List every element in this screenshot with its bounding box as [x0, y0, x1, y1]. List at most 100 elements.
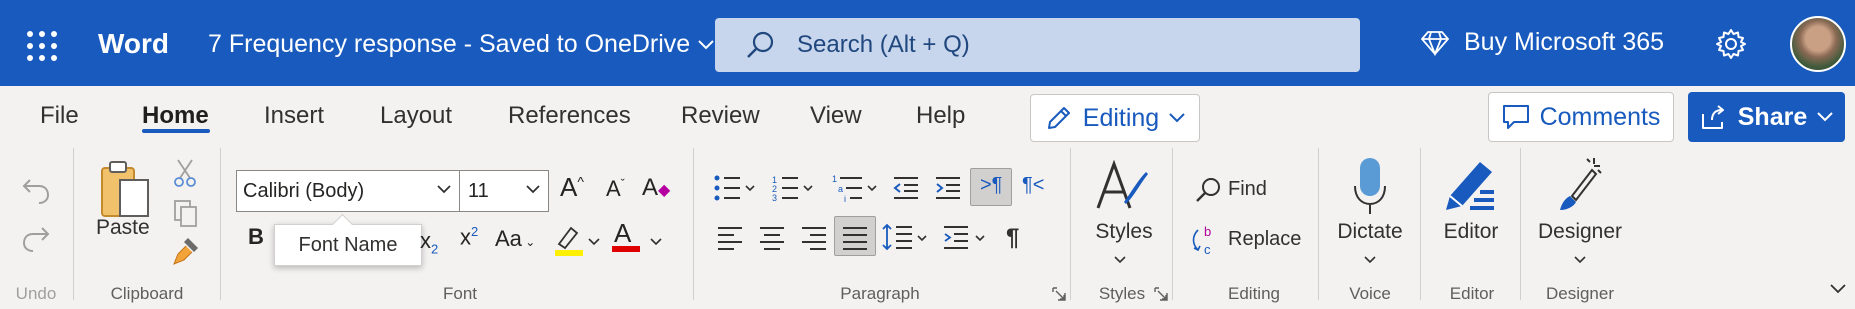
numbering-icon[interactable]: 123 [772, 174, 816, 202]
bold-button[interactable]: B [248, 224, 264, 250]
group-label-undo: Undo [15, 284, 57, 303]
change-case-button[interactable]: Aa ⌄ [495, 226, 535, 252]
user-avatar[interactable] [1790, 16, 1846, 72]
group-divider [73, 148, 74, 300]
editing-mode-button[interactable]: Editing [1030, 94, 1200, 142]
find-icon[interactable] [1194, 176, 1222, 204]
document-title-text: 7 Frequency response - Saved to OneDrive [208, 30, 691, 58]
rtl-paragraph-icon[interactable]: ¶< [1022, 174, 1044, 197]
font-size-value: 11 [468, 179, 489, 202]
group-divider [1070, 148, 1071, 300]
find-button[interactable]: Find [1228, 178, 1267, 201]
multilevel-list-icon[interactable]: 1ai [832, 172, 880, 204]
dictate-label[interactable]: Dictate [1332, 220, 1408, 244]
chevron-down-icon[interactable] [1364, 256, 1376, 264]
copy-icon[interactable] [172, 198, 200, 228]
editor-label[interactable]: Editor [1436, 220, 1506, 244]
font-name-combobox[interactable]: Calibri (Body) [236, 170, 460, 212]
superscript-button[interactable]: x2 [460, 224, 478, 250]
tab-file[interactable]: File [40, 102, 79, 130]
tab-review[interactable]: Review [681, 102, 760, 130]
dialog-launcher-icon[interactable] [1052, 287, 1066, 301]
share-button[interactable]: Share [1688, 92, 1845, 142]
designer-label[interactable]: Designer [1534, 220, 1626, 244]
tab-layout[interactable]: Layout [380, 102, 452, 130]
chevron-down-icon [698, 39, 714, 49]
bullets-icon[interactable] [714, 174, 758, 202]
svg-text:a: a [838, 184, 843, 194]
redo-icon[interactable] [20, 224, 52, 254]
group-label-editing: Editing [1228, 284, 1280, 303]
line-spacing-icon[interactable] [882, 222, 928, 252]
svg-text:c: c [1204, 242, 1211, 256]
clear-formatting-button[interactable]: A◆ [642, 174, 670, 202]
search-box[interactable]: Search (Alt + Q) [715, 18, 1360, 72]
svg-text:3: 3 [772, 193, 777, 202]
chevron-down-icon[interactable] [650, 238, 662, 246]
styles-icon[interactable] [1094, 158, 1150, 212]
undo-icon[interactable] [20, 176, 52, 206]
paste-label[interactable]: Paste [96, 216, 150, 240]
app-launcher-icon[interactable] [26, 30, 58, 62]
group-divider [1520, 148, 1521, 300]
decrease-indent-icon[interactable] [892, 176, 920, 200]
replace-icon[interactable]: bc [1190, 224, 1222, 256]
pencil-icon [1047, 107, 1070, 129]
styles-label[interactable]: Styles [1088, 220, 1160, 244]
font-size-combobox[interactable]: 11 [459, 170, 549, 212]
paragraph-spacing-icon[interactable] [942, 222, 988, 252]
tab-help[interactable]: Help [916, 102, 965, 130]
align-left-icon[interactable] [716, 226, 744, 250]
paste-icon[interactable] [98, 158, 154, 222]
search-placeholder: Search (Alt + Q) [797, 31, 970, 58]
group-label-clipboard: Clipboard [110, 284, 184, 303]
format-painter-icon[interactable] [170, 236, 200, 268]
subscript-button[interactable]: x2 [420, 228, 438, 256]
highlighter-icon[interactable] [553, 224, 583, 256]
tab-references[interactable]: References [508, 102, 631, 130]
align-right-icon[interactable] [800, 226, 828, 250]
buy-microsoft-365-link[interactable]: Buy Microsoft 365 [1420, 28, 1664, 57]
svg-text:b: b [1204, 224, 1211, 239]
increase-indent-icon[interactable] [934, 176, 962, 200]
app-name[interactable]: Word [98, 28, 169, 60]
align-center-icon[interactable] [758, 226, 786, 250]
chevron-down-icon[interactable] [588, 238, 600, 246]
shrink-font-button[interactable]: Aˇ [606, 176, 625, 202]
font-color-button[interactable]: A [612, 220, 640, 252]
chevron-down-icon[interactable] [1817, 112, 1833, 122]
chevron-down-icon[interactable] [1114, 256, 1126, 264]
tab-insert[interactable]: Insert [264, 102, 324, 130]
justify-icon [843, 227, 867, 250]
editor-icon[interactable] [1442, 156, 1498, 214]
replace-button[interactable]: Replace [1228, 228, 1301, 251]
svg-text:i: i [844, 194, 846, 204]
group-divider [220, 148, 221, 300]
ribbon-expand-chevron-icon[interactable] [1830, 284, 1846, 294]
microphone-icon[interactable] [1352, 156, 1388, 216]
settings-gear-icon[interactable] [1715, 28, 1747, 60]
share-label: Share [1737, 102, 1808, 131]
dialog-launcher-icon[interactable] [1154, 287, 1168, 301]
chevron-down-icon [437, 185, 451, 194]
buy-label: Buy Microsoft 365 [1464, 28, 1665, 56]
tab-home[interactable]: Home [142, 102, 209, 130]
group-label-font: Font [442, 284, 478, 303]
designer-icon[interactable] [1554, 156, 1604, 214]
chevron-down-icon[interactable] [1574, 256, 1586, 264]
chevron-down-icon [526, 185, 540, 194]
grow-font-button[interactable]: A^ [560, 172, 584, 203]
tab-view[interactable]: View [810, 102, 862, 130]
ribbon: Undo Paste Clipboard Calibri (Body) 11 A… [0, 148, 1855, 309]
group-label-styles: Styles [1098, 284, 1146, 303]
group-divider [693, 148, 694, 300]
comment-icon [1502, 105, 1529, 129]
active-tab-indicator [142, 129, 210, 133]
comments-button[interactable]: Comments [1488, 92, 1674, 142]
svg-text:1: 1 [832, 174, 837, 184]
show-formatting-marks-icon[interactable]: ¶ [1006, 224, 1019, 252]
cut-icon[interactable] [172, 158, 198, 188]
document-title[interactable]: 7 Frequency response - Saved to OneDrive [208, 30, 714, 59]
group-label-editor: Editor [1449, 284, 1495, 303]
group-label-voice: Voice [1349, 284, 1391, 303]
